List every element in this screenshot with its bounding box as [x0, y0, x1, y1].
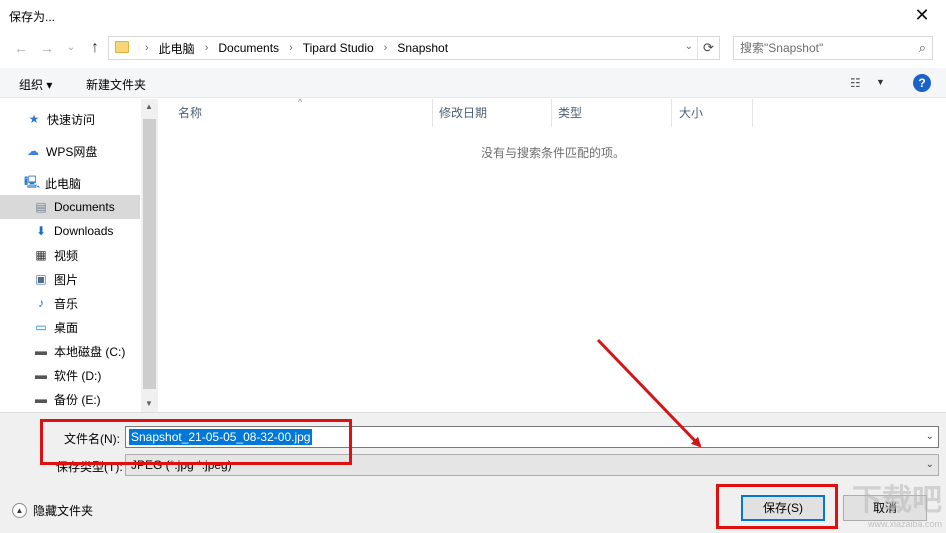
- sidebar-item-quick-access[interactable]: ★ 快速访问: [0, 107, 140, 131]
- sidebar-item-drive-d[interactable]: ▬ 软件 (D:): [0, 363, 140, 387]
- chevron-down-icon[interactable]: ⌄: [926, 431, 934, 442]
- sidebar-item-videos[interactable]: ▦ 视频: [0, 243, 140, 267]
- computer-icon: 🖳: [24, 174, 41, 189]
- cloud-icon: ☁: [27, 144, 39, 158]
- sidebar-item-label: 本地磁盘 (C:): [54, 344, 126, 359]
- command-bar: 组织 ▾ 新建文件夹 ☷ ▼ ?: [0, 68, 946, 98]
- drive-icon: ▬: [35, 344, 47, 358]
- new-folder-button[interactable]: 新建文件夹: [86, 76, 146, 93]
- desktop-icon: ▭: [35, 320, 47, 334]
- empty-message: 没有与搜索条件匹配的项。: [481, 146, 626, 160]
- chevron-right-icon[interactable]: ›: [289, 42, 293, 54]
- sidebar-item-label: 音乐: [54, 296, 79, 311]
- music-icon: ♪: [38, 296, 44, 310]
- video-icon: ▦: [35, 248, 47, 262]
- column-header-name[interactable]: 名称: [171, 99, 433, 127]
- address-bar[interactable]: › 此电脑 › Documents › Tipard Studio › Snap…: [108, 36, 720, 60]
- up-icon[interactable]: ↑: [86, 39, 104, 57]
- navigation-pane: ★ 快速访问 ☁ WPS网盘 🖳 此电脑 ▤ Documents ⬇ Downl…: [0, 99, 158, 412]
- search-icon[interactable]: ⌕: [919, 40, 926, 56]
- annotation-box-filename: [40, 419, 352, 465]
- scroll-down-icon[interactable]: ▼: [145, 399, 153, 408]
- sidebar-item-label: 快速访问: [47, 112, 96, 127]
- chevron-up-icon: ▲: [12, 503, 27, 518]
- sidebar-item-music[interactable]: ♪ 音乐: [0, 291, 140, 315]
- help-icon[interactable]: ?: [913, 74, 931, 92]
- refresh-icon[interactable]: ⟳: [697, 37, 719, 59]
- view-options-icon[interactable]: ☷: [850, 76, 861, 90]
- watermark-text: 下载吧: [852, 483, 942, 518]
- sidebar-item-label: 软件 (D:): [54, 368, 102, 383]
- breadcrumb-snapshot[interactable]: Snapshot: [397, 41, 448, 55]
- sidebar-item-downloads[interactable]: ⬇ Downloads: [0, 219, 140, 243]
- sidebar-item-documents[interactable]: ▤ Documents: [0, 195, 140, 219]
- picture-icon: ▣: [35, 272, 47, 286]
- chevron-down-icon[interactable]: ⌄: [926, 459, 934, 470]
- breadcrumb-tipard-studio[interactable]: Tipard Studio: [303, 41, 374, 55]
- folder-icon: [115, 41, 129, 53]
- download-icon: ⬇: [35, 224, 47, 238]
- scroll-up-icon[interactable]: ▲: [145, 102, 153, 111]
- drive-icon: ▬: [35, 392, 47, 406]
- sidebar-scrollbar[interactable]: ▲ ▼: [141, 99, 158, 412]
- sidebar-item-label: 图片: [54, 272, 79, 287]
- file-list[interactable]: ^ 名称 修改日期 类型 大小 没有与搜索条件匹配的项。: [158, 97, 946, 412]
- sidebar-item-label: Documents: [54, 200, 115, 214]
- breadcrumb: › 此电脑 › Documents › Tipard Studio › Snap…: [135, 37, 448, 59]
- recent-locations-icon[interactable]: ⌄: [62, 39, 80, 57]
- sidebar-item-drive-c[interactable]: ▬ 本地磁盘 (C:): [0, 339, 140, 363]
- annotation-box-save: [716, 484, 838, 529]
- sidebar-item-label: WPS网盘: [46, 144, 98, 159]
- column-header-date-modified[interactable]: 修改日期: [432, 99, 552, 127]
- quick-access-icon: ★: [28, 112, 40, 126]
- forward-icon[interactable]: →: [38, 39, 56, 57]
- sidebar-item-label: 备份 (E:): [54, 392, 101, 407]
- address-row: ← → ⌄ ↑ › 此电脑 › Documents › Tipard Studi…: [0, 32, 946, 64]
- sidebar-item-label: 桌面: [54, 320, 79, 335]
- sidebar-item-label: Downloads: [54, 224, 114, 238]
- search-input[interactable]: [734, 37, 908, 59]
- chevron-right-icon[interactable]: ›: [145, 42, 149, 54]
- breadcrumb-documents[interactable]: Documents: [218, 41, 279, 55]
- chevron-right-icon[interactable]: ›: [384, 42, 388, 54]
- watermark-url: www.xiazaiba.com: [867, 519, 942, 529]
- hide-folders-label: 隐藏文件夹: [33, 504, 94, 518]
- sidebar-item-wps-cloud[interactable]: ☁ WPS网盘: [0, 139, 140, 163]
- chevron-right-icon[interactable]: ›: [205, 42, 209, 54]
- chevron-down-icon[interactable]: ▼: [876, 77, 885, 87]
- back-icon[interactable]: ←: [12, 39, 30, 57]
- document-icon: ▤: [35, 200, 47, 214]
- title-bar: 保存为... ✕: [0, 0, 946, 32]
- organize-button[interactable]: 组织 ▾: [19, 76, 52, 93]
- close-icon[interactable]: ✕: [910, 4, 934, 28]
- sidebar-item-this-pc[interactable]: 🖳 此电脑: [0, 171, 140, 195]
- chevron-down-icon[interactable]: ⌄: [685, 41, 693, 52]
- sidebar-item-drive-e[interactable]: ▬ 备份 (E:): [0, 387, 140, 411]
- search-box[interactable]: ⌕: [733, 36, 933, 60]
- sidebar-item-label: 此电脑: [45, 176, 82, 191]
- scrollbar-thumb[interactable]: [143, 119, 156, 389]
- drive-icon: ▬: [35, 368, 47, 382]
- sidebar-item-desktop[interactable]: ▭ 桌面: [0, 315, 140, 339]
- column-header-size[interactable]: 大小: [672, 99, 753, 127]
- watermark-logo: 下载吧 www.xiazaiba.com: [852, 475, 942, 529]
- breadcrumb-this-pc[interactable]: 此电脑: [159, 40, 195, 57]
- column-header-type[interactable]: 类型: [551, 99, 672, 127]
- sidebar-item-pictures[interactable]: ▣ 图片: [0, 267, 140, 291]
- window-title: 保存为...: [9, 10, 56, 24]
- hide-folders-button[interactable]: ▲ 隐藏文件夹: [12, 502, 93, 519]
- sidebar-item-label: 视频: [54, 248, 79, 263]
